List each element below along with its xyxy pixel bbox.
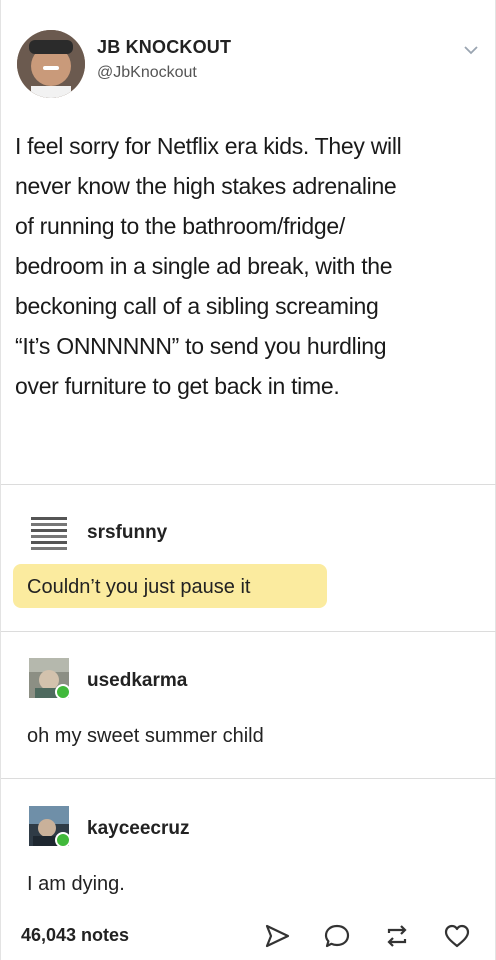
tweet-line: never know the high stakes adrenaline: [15, 173, 397, 199]
notes-count[interactable]: 46,043 notes: [21, 925, 129, 946]
post-card: JB KNOCKOUT @JbKnockout I feel sorry for…: [0, 0, 496, 960]
embedded-tweet: JB KNOCKOUT @JbKnockout I feel sorry for…: [1, 0, 496, 484]
reply-icon[interactable]: [323, 922, 351, 950]
reblog-comment: I am dying.: [27, 873, 125, 895]
reblog-comment: oh my sweet summer child: [27, 725, 264, 747]
tweet-line: beckoning call of a sibling screaming: [15, 293, 379, 319]
like-icon[interactable]: [443, 922, 471, 950]
tweet-username[interactable]: JB KNOCKOUT: [97, 37, 231, 58]
chevron-down-icon[interactable]: [463, 44, 479, 56]
tweet-line: over furniture to get back in time.: [15, 373, 340, 399]
reblog-username[interactable]: srsfunny: [87, 522, 167, 544]
tweet-line: bedroom in a single ad break, with the: [15, 253, 393, 279]
divider: [1, 484, 496, 485]
divider: [1, 631, 496, 632]
reblog-badge-icon: [55, 684, 71, 700]
divider: [1, 778, 496, 779]
tweet-line: I feel sorry for Netflix era kids. They …: [15, 133, 402, 159]
tweet-handle[interactable]: @JbKnockout: [97, 64, 197, 82]
tweet-text: I feel sorry for Netflix era kids. They …: [15, 126, 481, 406]
reblog-badge-icon: [55, 832, 71, 848]
reblog-avatar-srsfunny[interactable]: [29, 513, 69, 553]
share-icon[interactable]: [263, 922, 291, 950]
reblog-icon[interactable]: [383, 922, 411, 950]
reblog-comment: Couldn’t you just pause it: [27, 576, 251, 598]
tweet-line: of running to the bathroom/fridge/: [15, 213, 345, 239]
reblog-username[interactable]: kayceecruz: [87, 818, 189, 840]
tweet-avatar[interactable]: [17, 30, 85, 98]
reblog-username[interactable]: usedkarma: [87, 670, 187, 692]
tweet-line: “It’s ONNNNNN” to send you hurdling: [15, 333, 387, 359]
